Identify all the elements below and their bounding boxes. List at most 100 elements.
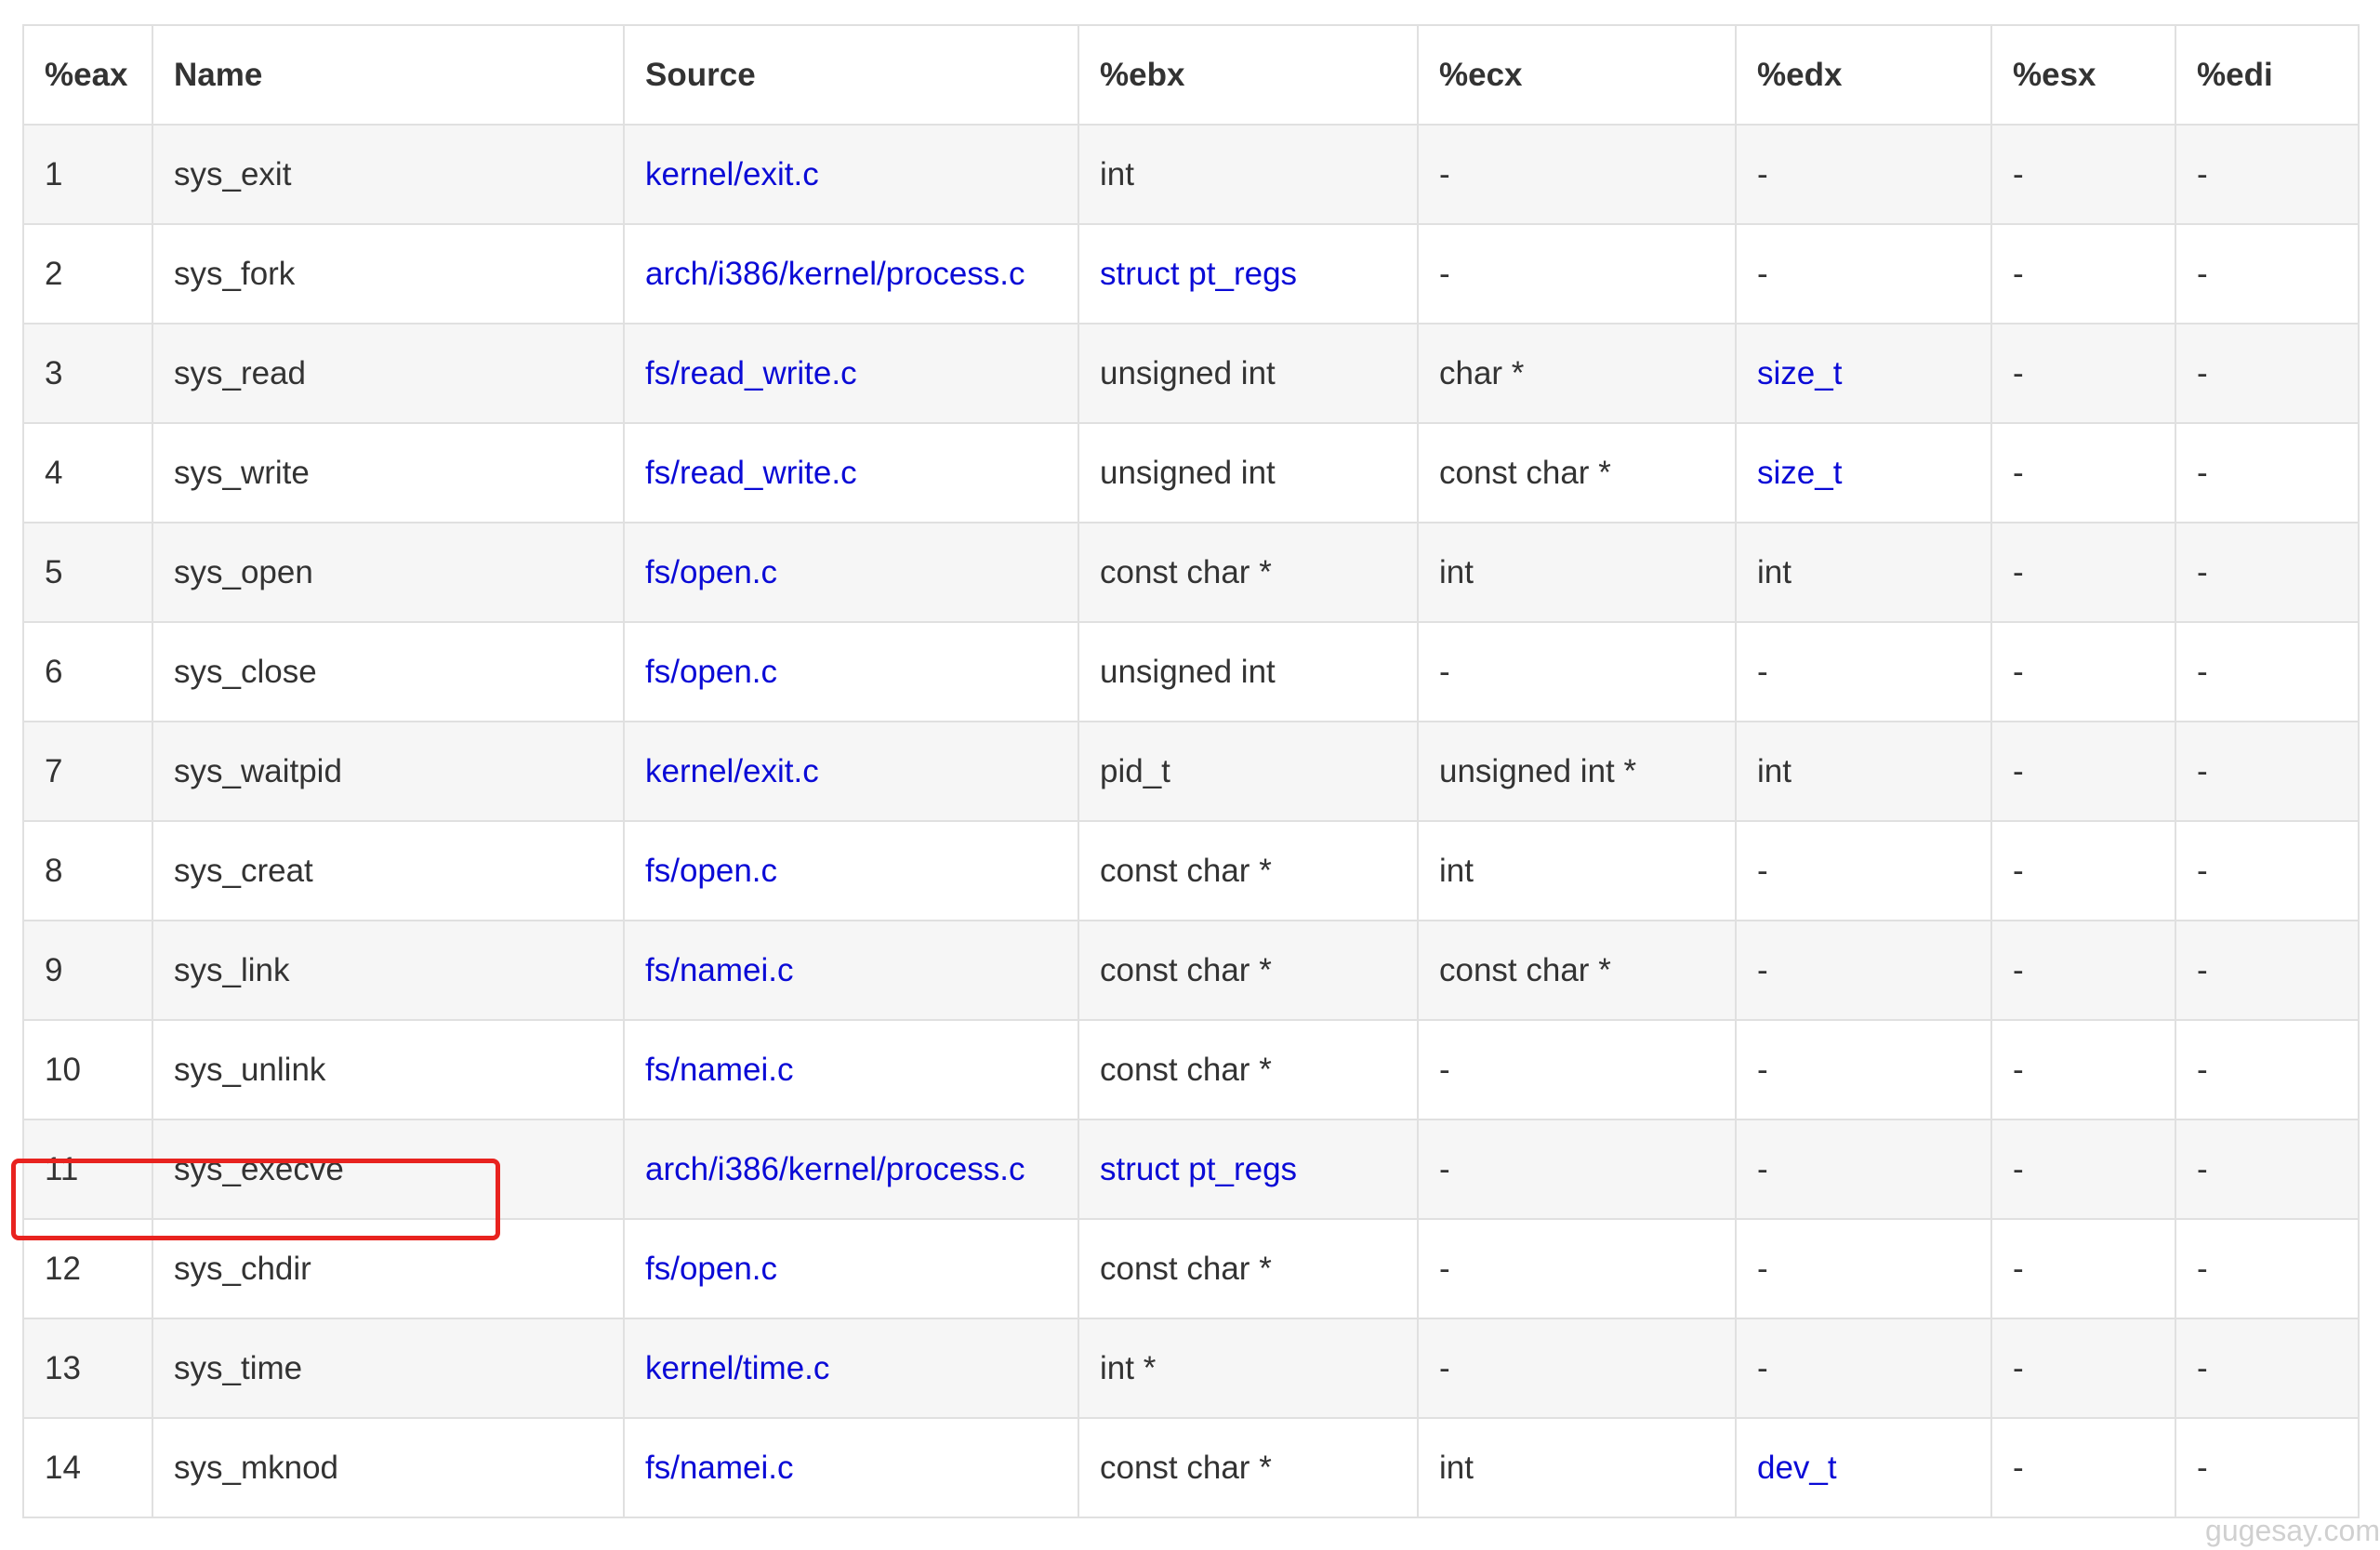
cell-esx: - <box>1990 1019 2176 1120</box>
cell-eax: 1 <box>22 124 153 225</box>
cell-edi: - <box>2175 522 2360 623</box>
cell-source: fs/open.c <box>623 621 1079 722</box>
cell-ecx: - <box>1417 223 1737 325</box>
cell-edi: - <box>2175 323 2360 424</box>
cell-edx: - <box>1735 1218 1992 1319</box>
cell-edx: - <box>1735 820 1992 921</box>
source-file-link[interactable]: fs/open.c <box>645 654 777 690</box>
cell-ecx: - <box>1417 1318 1737 1419</box>
cell-esx: - <box>1990 1218 2176 1319</box>
cell-ebx: unsigned int <box>1078 323 1419 424</box>
source-file-link[interactable]: fs/namei.c <box>645 1450 794 1486</box>
cell-ecx: int <box>1417 1417 1737 1518</box>
type-link[interactable]: struct pt_regs <box>1100 256 1297 292</box>
source-file-link[interactable]: arch/i386/kernel/process.c <box>645 256 1025 292</box>
cell-ecx: int <box>1417 820 1737 921</box>
cell-source: kernel/exit.c <box>623 124 1079 225</box>
table-header-row: %eax Name Source %ebx %ecx %edx %esx %ed… <box>22 24 2360 126</box>
cell-edx: - <box>1735 124 1992 225</box>
cell-ebx: const char * <box>1078 1218 1419 1319</box>
cell-ecx: const char * <box>1417 920 1737 1021</box>
source-file-link[interactable]: kernel/exit.c <box>645 753 819 789</box>
cell-esx: - <box>1990 124 2176 225</box>
cell-edi: - <box>2175 124 2360 225</box>
cell-name: sys_mknod <box>152 1417 625 1518</box>
cell-edi: - <box>2175 223 2360 325</box>
source-file-link[interactable]: kernel/exit.c <box>645 156 819 192</box>
cell-esx: - <box>1990 323 2176 424</box>
cell-source: arch/i386/kernel/process.c <box>623 1119 1079 1220</box>
source-file-link[interactable]: fs/open.c <box>645 554 777 590</box>
cell-edi: - <box>2175 920 2360 1021</box>
cell-ebx: unsigned int <box>1078 422 1419 523</box>
cell-edi: - <box>2175 1318 2360 1419</box>
cell-edx: - <box>1735 1119 1992 1220</box>
cell-esx: - <box>1990 1417 2176 1518</box>
cell-ecx: char * <box>1417 323 1737 424</box>
column-header-edi: %edi <box>2175 24 2360 126</box>
source-file-link[interactable]: fs/read_write.c <box>645 355 857 391</box>
column-header-eax: %eax <box>22 24 153 126</box>
cell-source: fs/open.c <box>623 820 1079 921</box>
cell-ebx: const char * <box>1078 1417 1419 1518</box>
cell-ecx: int <box>1417 522 1737 623</box>
cell-edi: - <box>2175 422 2360 523</box>
type-link[interactable]: size_t <box>1757 355 1842 391</box>
column-header-name: Name <box>152 24 625 126</box>
source-file-link[interactable]: fs/read_write.c <box>645 455 857 491</box>
cell-eax: 13 <box>22 1318 153 1419</box>
cell-esx: - <box>1990 621 2176 722</box>
syscall-table: %eax Name Source %ebx %ecx %edx %esx %ed… <box>22 24 2360 1518</box>
column-header-ebx: %ebx <box>1078 24 1419 126</box>
source-file-link[interactable]: fs/namei.c <box>645 1052 794 1088</box>
cell-source: kernel/time.c <box>623 1318 1079 1419</box>
cell-name: sys_waitpid <box>152 721 625 822</box>
cell-edx: int <box>1735 522 1992 623</box>
cell-name: sys_read <box>152 323 625 424</box>
cell-ebx: unsigned int <box>1078 621 1419 722</box>
cell-eax: 14 <box>22 1417 153 1518</box>
table-row: 1 sys_exit kernel/exit.c int - - - - <box>22 124 2360 225</box>
source-file-link[interactable]: fs/namei.c <box>645 952 794 988</box>
cell-ebx: const char * <box>1078 522 1419 623</box>
cell-edx: dev_t <box>1735 1417 1992 1518</box>
table-row: 4 sys_write fs/read_write.c unsigned int con… <box>22 422 2360 523</box>
cell-eax: 3 <box>22 323 153 424</box>
cell-name: sys_write <box>152 422 625 523</box>
cell-edi: - <box>2175 820 2360 921</box>
cell-name: sys_fork <box>152 223 625 325</box>
cell-edx: - <box>1735 1318 1992 1419</box>
cell-ecx: unsigned int * <box>1417 721 1737 822</box>
cell-edx: size_t <box>1735 422 1992 523</box>
type-link[interactable]: dev_t <box>1757 1450 1837 1486</box>
cell-esx: - <box>1990 920 2176 1021</box>
cell-eax: 7 <box>22 721 153 822</box>
cell-ecx: - <box>1417 621 1737 722</box>
type-link[interactable]: size_t <box>1757 455 1842 491</box>
cell-ebx: const char * <box>1078 1019 1419 1120</box>
cell-esx: - <box>1990 721 2176 822</box>
source-file-link[interactable]: kernel/time.c <box>645 1350 829 1386</box>
type-link[interactable]: struct pt_regs <box>1100 1151 1297 1187</box>
cell-ecx: const char * <box>1417 422 1737 523</box>
column-header-esx: %esx <box>1990 24 2176 126</box>
cell-source: fs/open.c <box>623 1218 1079 1319</box>
source-file-link[interactable]: arch/i386/kernel/process.c <box>645 1151 1025 1187</box>
source-file-link[interactable]: fs/open.c <box>645 853 777 889</box>
source-file-link[interactable]: fs/open.c <box>645 1251 777 1287</box>
cell-esx: - <box>1990 422 2176 523</box>
cell-ebx: int <box>1078 124 1419 225</box>
table-row: 9 sys_link fs/namei.c const char * const cha… <box>22 920 2360 1021</box>
sys-execve-highlight-box <box>11 1159 500 1240</box>
cell-edx: - <box>1735 1019 1992 1120</box>
cell-eax: 5 <box>22 522 153 623</box>
cell-source: fs/open.c <box>623 522 1079 623</box>
cell-eax: 4 <box>22 422 153 523</box>
cell-source: fs/namei.c <box>623 920 1079 1021</box>
cell-edi: - <box>2175 1019 2360 1120</box>
cell-name: sys_link <box>152 920 625 1021</box>
table-row: 13 sys_time kernel/time.c int * - - - - <box>22 1318 2360 1419</box>
cell-edx: size_t <box>1735 323 1992 424</box>
cell-esx: - <box>1990 522 2176 623</box>
cell-name: sys_close <box>152 621 625 722</box>
